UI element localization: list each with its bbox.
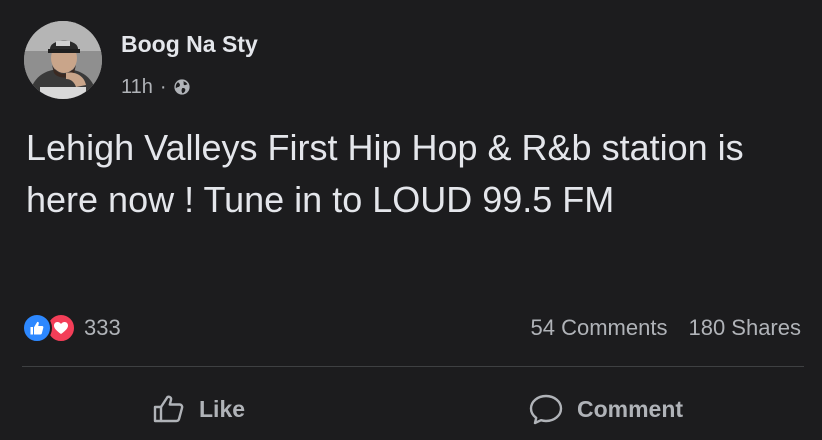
thumbs-up-icon	[153, 395, 184, 423]
like-reaction-icon	[22, 313, 52, 343]
post-text: Lehigh Valleys First Hip Hop & R&b stati…	[26, 127, 744, 220]
globe-icon[interactable]	[173, 78, 191, 96]
profile-photo	[24, 21, 102, 99]
post-meta: 11h ·	[121, 75, 191, 99]
post-card: Boog Na Sty 11h · Lehigh Valleys First H…	[0, 0, 822, 440]
post-timestamp[interactable]: 11h	[121, 76, 153, 99]
comment-button[interactable]: Comment	[528, 389, 683, 429]
like-button[interactable]: Like	[152, 389, 245, 429]
shares-count-link[interactable]: 180 Shares	[688, 315, 801, 341]
meta-separator: ·	[159, 75, 167, 98]
comments-count-link[interactable]: 54 Comments	[531, 315, 668, 341]
reaction-count: 333	[84, 315, 121, 340]
reactions-summary[interactable]: 333	[22, 313, 121, 343]
comment-button-label: Comment	[577, 395, 684, 422]
comment-bubble-icon	[529, 394, 563, 425]
author-name[interactable]: Boog Na Sty	[121, 31, 258, 58]
like-button-label: Like	[199, 395, 246, 422]
avatar[interactable]	[24, 21, 102, 99]
divider	[22, 366, 804, 367]
engagement-stats: 54 Comments 180 Shares	[531, 315, 801, 341]
